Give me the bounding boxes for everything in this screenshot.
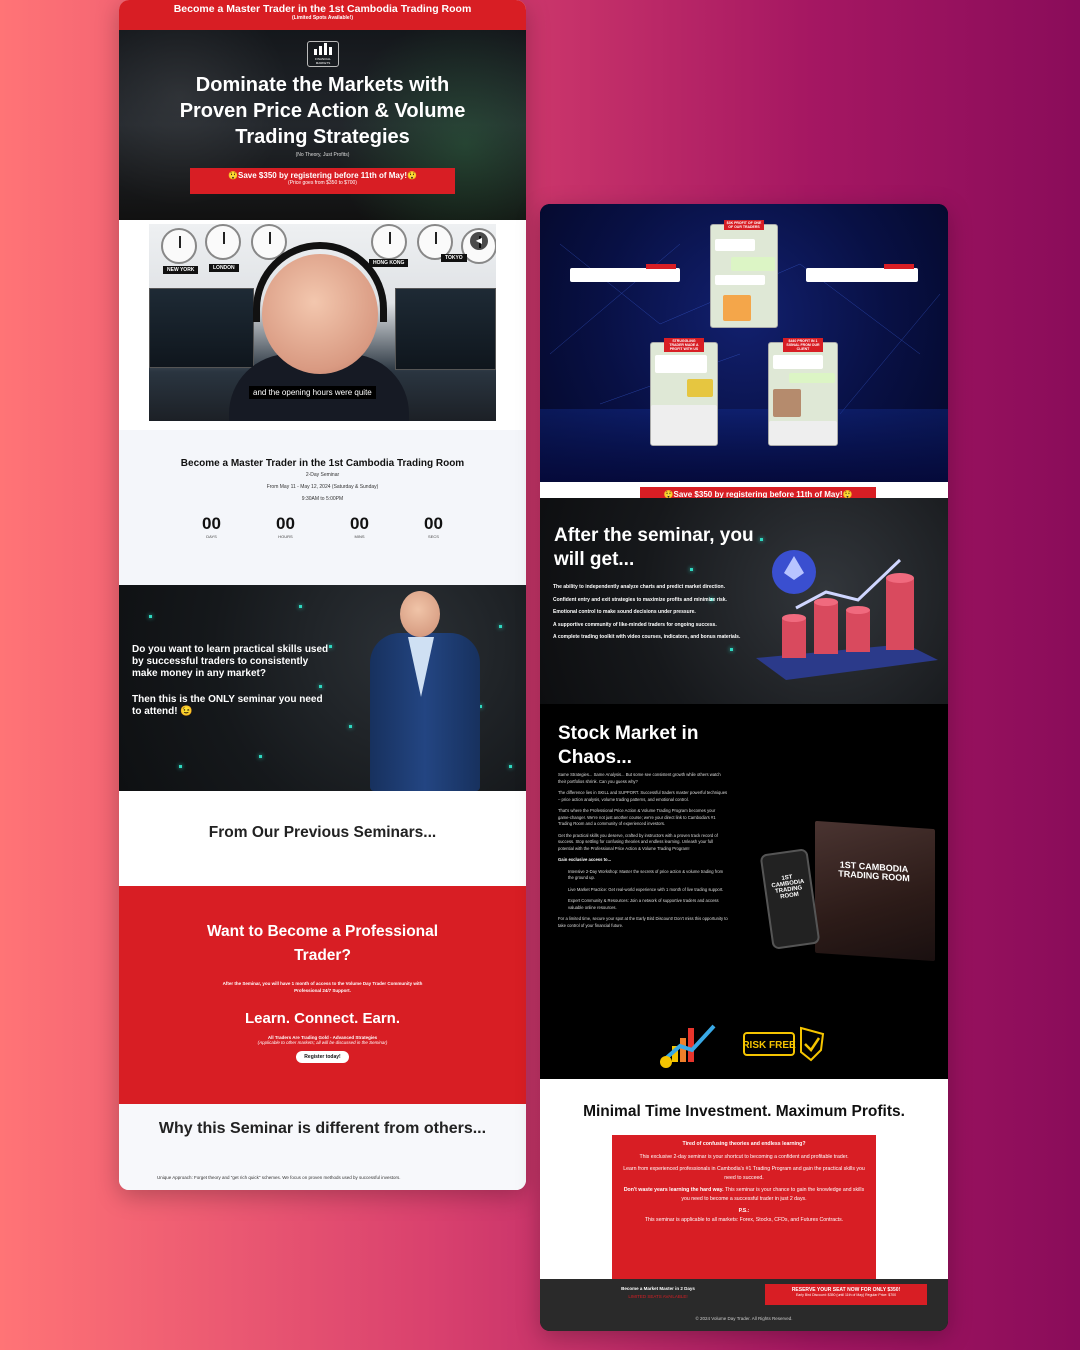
timer-secs: 00 SECS	[424, 514, 443, 539]
svg-text:RISK FREE: RISK FREE	[743, 1040, 796, 1051]
seminar-dates: From May 11 - May 12, 2024 (Saturday & S…	[266, 484, 379, 490]
minimal-time-section: Minimal Time Investment. Maximum Profits…	[540, 1079, 948, 1279]
chat-screenshot: $3K PROFIT OF ONE OF OUR TRADERS	[710, 220, 778, 328]
countdown-timer: 00 DAYS 00 HOURS 00 MINS 00 SECS	[119, 514, 526, 539]
trading-screen	[395, 288, 496, 370]
benefit-item: Confident entry and exit strategies to m…	[553, 596, 727, 603]
risk-free-badge: RISK FREE	[742, 1026, 825, 1062]
brand-logo: FINANCIAL MARKETS	[307, 41, 339, 67]
minimal-box: Tired of confusing theories and endless …	[612, 1135, 876, 1279]
timer-days: 00 DAYS	[202, 514, 221, 539]
testimonial-card	[570, 264, 680, 282]
announcement-bar: Become a Master Trader in the 1st Cambod…	[119, 0, 526, 30]
testimonials-section: $3K PROFIT OF ONE OF OUR TRADERS STRUGGL…	[540, 204, 948, 482]
testimonial-card	[806, 264, 918, 282]
pro-slogan: Learn. Connect. Earn.	[244, 1010, 401, 1027]
save-banner-note: (Price goes from $350 to $700)	[288, 180, 357, 186]
course-book-cover: 1ST CAMBODIA TRADING ROOM	[815, 820, 935, 962]
course-phone-mockup: 1ST CAMBODIA TRADING ROOM	[759, 848, 821, 950]
pitch-text: Do you want to learn practical skills us…	[132, 644, 332, 732]
timer-hours: 00 HOURS	[276, 514, 295, 539]
chat-screenshot: $440 PROFIT IN 1 SIGNAL FROM OUR CLIENT	[768, 338, 838, 446]
city-label: HONG KONG	[369, 259, 409, 267]
profit-chart-icon	[660, 1024, 716, 1068]
video-caption: and the opening hours were quite	[249, 386, 376, 399]
reserve-seat-button[interactable]: RESERVE YOUR SEAT NOW FOR ONLY $350! Ear…	[765, 1284, 927, 1305]
speaker-icon[interactable]: ◀	[470, 232, 488, 250]
seminar-hours: 9:30AM to 5:00PM	[301, 496, 344, 502]
register-button[interactable]: Register today!	[296, 1051, 349, 1063]
phone-title: 1ST CAMBODIA TRADING ROOM	[771, 874, 805, 901]
announcement-subtitle: (Limited Spots Available!)	[291, 15, 354, 21]
landing-page-right: $3K PROFIT OF ONE OF OUR TRADERS STRUGGL…	[540, 204, 948, 1331]
trainer-photo	[368, 591, 488, 791]
countdown-heading: Become a Master Trader in the 1st Cambod…	[180, 458, 465, 469]
benefit-item: Emotional control to make sound decision…	[553, 609, 696, 615]
pitch-section: Do you want to learn practical skills us…	[119, 585, 526, 791]
save-banner[interactable]: 😲Save $350 by registering before 11th of…	[190, 168, 455, 194]
pro-text: After the Seminar, you will have 1 month…	[222, 981, 423, 993]
landing-page-left: Become a Master Trader in the 1st Cambod…	[119, 0, 526, 1190]
chat-screenshot: STRUGGLING TRADER MADE A PROFIT WITH US	[650, 338, 718, 446]
clock-icon	[205, 224, 241, 260]
chaos-section: Stock Market in Chaos... Same Strategies…	[540, 704, 948, 1079]
pro-note-2: (Applicable to other markets; all will b…	[257, 1040, 388, 1045]
book-title: 1ST CAMBODIA TRADING ROOM	[838, 859, 910, 884]
copyright: © 2024 Volume Day Trader. All Rights Res…	[695, 1316, 793, 1321]
city-label: LONDON	[209, 264, 239, 272]
why-point: Unique Approach: Forget theory and "get …	[157, 1175, 401, 1180]
hero-subline: (No Theory, Just Profits)	[295, 152, 350, 158]
why-section: Why this Seminar is different from other…	[119, 1104, 526, 1190]
save-banner-text: 😲Save $350 by registering before 11th of…	[228, 171, 417, 180]
clock-icon	[371, 224, 407, 260]
trading-screen	[149, 288, 254, 368]
benefit-item: A complete trading toolkit with video co…	[553, 634, 741, 640]
clock-icon	[161, 228, 197, 264]
previous-seminars-heading: From Our Previous Seminars...	[208, 824, 437, 841]
pitch-question: Do you want to learn practical skills us…	[132, 644, 329, 679]
timer-mins: 00 MINS	[350, 514, 369, 539]
benefits-section: After the seminar, you will get... The a…	[540, 498, 948, 704]
previous-seminars-section: From Our Previous Seminars...	[119, 791, 526, 886]
footer-limited: LIMITED SEATS AVAILABLE!	[628, 1294, 688, 1299]
growth-chart-icon	[756, 550, 938, 680]
intro-video[interactable]: NEW YORK LONDON HONG KONG TOKYO and the …	[149, 224, 496, 421]
benefit-item: A supportive community of like-minded tr…	[553, 621, 717, 628]
seminar-kind: 2-Day Seminar	[305, 472, 340, 478]
benefit-item: The ability to independently analyze cha…	[553, 584, 725, 590]
professional-trader-section: Want to Become a Professional Trader? Af…	[119, 886, 526, 1104]
benefits-list: The ability to independently analyze cha…	[553, 584, 743, 647]
chaos-body: Same Strategies... Same Analysis... But …	[558, 772, 728, 928]
pro-heading: Want to Become a Professional Trader?	[206, 923, 439, 964]
hero-section: FINANCIAL MARKETS Dominate the Markets w…	[119, 30, 526, 220]
countdown-section: Become a Master Trader in the 1st Cambod…	[119, 430, 526, 585]
footer-tagline: Become a Market Master in 2 Days	[621, 1286, 695, 1291]
city-label: NEW YORK	[163, 266, 199, 274]
why-heading: Why this Seminar is different from other…	[158, 1120, 487, 1137]
chaos-heading: Stock Market in Chaos...	[558, 723, 699, 768]
sticky-footer: Become a Market Master in 2 Days LIMITED…	[540, 1279, 948, 1331]
logo-text: FINANCIAL MARKETS	[315, 57, 331, 65]
hero-headline: Dominate the Markets with Proven Price A…	[179, 74, 466, 148]
benefits-heading: After the seminar, you will get...	[554, 525, 754, 570]
announcement-title: Become a Master Trader in the 1st Cambod…	[173, 3, 472, 15]
minimal-heading: Minimal Time Investment. Maximum Profits…	[583, 1103, 905, 1120]
pitch-answer: Then this is the ONLY seminar you need t…	[132, 694, 323, 717]
city-label: TOKYO	[441, 254, 467, 262]
